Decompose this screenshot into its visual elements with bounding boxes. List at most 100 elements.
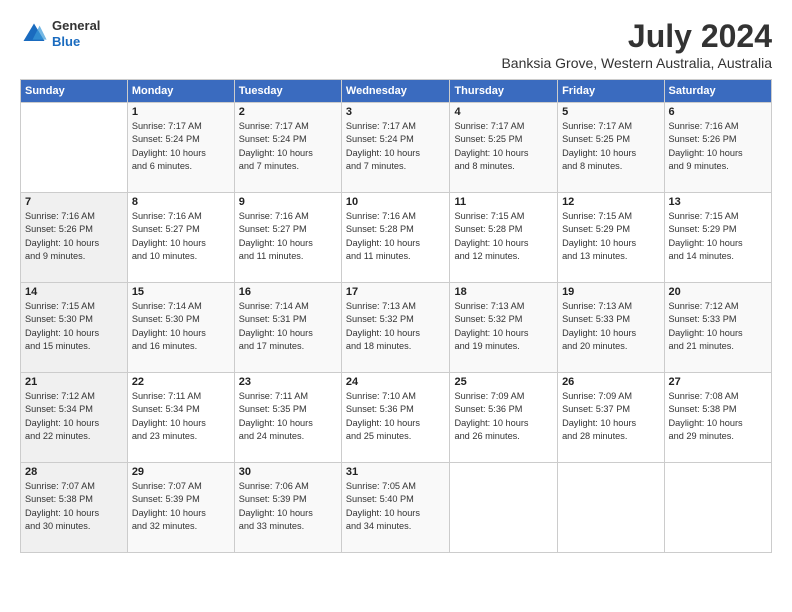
cell-date: 15 (132, 286, 230, 298)
calendar-cell: 27 Sunrise: 7:08 AMSunset: 5:38 PMDayligh… (664, 373, 771, 463)
cell-date: 31 (346, 466, 446, 478)
calendar-header-wednesday: Wednesday (341, 80, 450, 103)
calendar-week-row: 14 Sunrise: 7:15 AMSunset: 5:30 PMDayligh… (21, 283, 772, 373)
calendar-cell: 7Sunrise: 7:16 AMSunset: 5:26 PMDaylight… (21, 193, 128, 283)
calendar-cell: 25 Sunrise: 7:09 AMSunset: 5:36 PMDayligh… (450, 373, 558, 463)
calendar-header-row: SundayMondayTuesdayWednesdayThursdayFrid… (21, 80, 772, 103)
logo-icon (20, 20, 48, 48)
cell-date: 12 (562, 196, 659, 208)
cell-info: Sunrise: 7:15 AMSunset: 5:29 PMDaylight:… (562, 210, 659, 263)
cell-date: 22 (132, 376, 230, 388)
cell-date: 25 (454, 376, 553, 388)
calendar-cell: 14 Sunrise: 7:15 AMSunset: 5:30 PMDayligh… (21, 283, 128, 373)
cell-date: 27 (669, 376, 767, 388)
cell-info: Sunrise: 7:08 AMSunset: 5:38 PMDaylight:… (669, 390, 767, 443)
cell-info: Sunrise: 7:17 AMSunset: 5:24 PMDaylight:… (346, 120, 446, 173)
logo-blue-label: Blue (52, 34, 100, 50)
cell-date: 28 (25, 466, 123, 478)
cell-date: 9 (239, 196, 337, 208)
cell-date: 30 (239, 466, 337, 478)
page: General Blue July 2024 Banksia Grove, We… (0, 0, 792, 612)
cell-date: 8 (132, 196, 230, 208)
cell-date: 21 (25, 376, 123, 388)
cell-date: 24 (346, 376, 446, 388)
cell-date: 16 (239, 286, 337, 298)
calendar-cell: 20Sunrise: 7:12 AMSunset: 5:33 PMDayligh… (664, 283, 771, 373)
calendar-cell: 24 Sunrise: 7:10 AMSunset: 5:36 PMDayligh… (341, 373, 450, 463)
calendar-header-saturday: Saturday (664, 80, 771, 103)
calendar-cell: 5 Sunrise: 7:17 AMSunset: 5:25 PMDaylight… (558, 103, 664, 193)
cell-date: 14 (25, 286, 123, 298)
cell-date: 11 (454, 196, 553, 208)
calendar-cell: 11Sunrise: 7:15 AMSunset: 5:28 PMDayligh… (450, 193, 558, 283)
calendar-cell: 22 Sunrise: 7:11 AMSunset: 5:34 PMDayligh… (127, 373, 234, 463)
logo-text: General Blue (52, 18, 100, 49)
calendar-cell (21, 103, 128, 193)
cell-info: Sunrise: 7:15 AMSunset: 5:29 PMDaylight:… (669, 210, 767, 263)
cell-info: Sunrise: 7:17 AMSunset: 5:24 PMDaylight:… (239, 120, 337, 173)
cell-info: Sunrise: 7:05 AMSunset: 5:40 PMDaylight:… (346, 480, 446, 533)
cell-date: 20 (669, 286, 767, 298)
calendar-header-thursday: Thursday (450, 80, 558, 103)
cell-info: Sunrise: 7:10 AMSunset: 5:36 PMDaylight:… (346, 390, 446, 443)
calendar-cell: 26 Sunrise: 7:09 AMSunset: 5:37 PMDayligh… (558, 373, 664, 463)
cell-date: 18 (454, 286, 553, 298)
calendar-week-row: 28 Sunrise: 7:07 AMSunset: 5:38 PMDayligh… (21, 463, 772, 553)
cell-info: Sunrise: 7:14 AMSunset: 5:31 PMDaylight:… (239, 300, 337, 353)
cell-info: Sunrise: 7:09 AMSunset: 5:36 PMDaylight:… (454, 390, 553, 443)
calendar-cell (664, 463, 771, 553)
header: General Blue July 2024 Banksia Grove, We… (20, 18, 772, 71)
cell-info: Sunrise: 7:07 AMSunset: 5:38 PMDaylight:… (25, 480, 123, 533)
cell-info: Sunrise: 7:13 AMSunset: 5:32 PMDaylight:… (454, 300, 553, 353)
calendar-cell (558, 463, 664, 553)
cell-info: Sunrise: 7:11 AMSunset: 5:35 PMDaylight:… (239, 390, 337, 443)
calendar-cell: 30 Sunrise: 7:06 AMSunset: 5:39 PMDayligh… (234, 463, 341, 553)
sub-title: Banksia Grove, Western Australia, Austra… (501, 55, 772, 71)
calendar-cell: 6Sunrise: 7:16 AMSunset: 5:26 PMDaylight… (664, 103, 771, 193)
calendar-cell: 19 Sunrise: 7:13 AMSunset: 5:33 PMDayligh… (558, 283, 664, 373)
calendar-cell: 29 Sunrise: 7:07 AMSunset: 5:39 PMDayligh… (127, 463, 234, 553)
cell-date: 3 (346, 106, 446, 118)
cell-info: Sunrise: 7:07 AMSunset: 5:39 PMDaylight:… (132, 480, 230, 533)
calendar-cell: 15Sunrise: 7:14 AMSunset: 5:30 PMDayligh… (127, 283, 234, 373)
cell-info: Sunrise: 7:15 AMSunset: 5:30 PMDaylight:… (25, 300, 123, 353)
cell-info: Sunrise: 7:13 AMSunset: 5:32 PMDaylight:… (346, 300, 446, 353)
calendar-header-monday: Monday (127, 80, 234, 103)
cell-info: Sunrise: 7:16 AMSunset: 5:28 PMDaylight:… (346, 210, 446, 263)
cell-date: 4 (454, 106, 553, 118)
cell-date: 26 (562, 376, 659, 388)
calendar-cell: 28 Sunrise: 7:07 AMSunset: 5:38 PMDayligh… (21, 463, 128, 553)
cell-date: 5 (562, 106, 659, 118)
calendar-header-tuesday: Tuesday (234, 80, 341, 103)
calendar-cell: 4Sunrise: 7:17 AMSunset: 5:25 PMDaylight… (450, 103, 558, 193)
calendar-cell: 13 Sunrise: 7:15 AMSunset: 5:29 PMDayligh… (664, 193, 771, 283)
cell-info: Sunrise: 7:11 AMSunset: 5:34 PMDaylight:… (132, 390, 230, 443)
cell-info: Sunrise: 7:13 AMSunset: 5:33 PMDaylight:… (562, 300, 659, 353)
cell-info: Sunrise: 7:06 AMSunset: 5:39 PMDaylight:… (239, 480, 337, 533)
calendar-cell: 16 Sunrise: 7:14 AMSunset: 5:31 PMDayligh… (234, 283, 341, 373)
cell-date: 10 (346, 196, 446, 208)
calendar-cell: 31 Sunrise: 7:05 AMSunset: 5:40 PMDayligh… (341, 463, 450, 553)
cell-date: 2 (239, 106, 337, 118)
logo-general-label: General (52, 18, 100, 34)
cell-date: 6 (669, 106, 767, 118)
cell-info: Sunrise: 7:17 AMSunset: 5:24 PMDaylight:… (132, 120, 230, 173)
calendar-cell: 8Sunrise: 7:16 AMSunset: 5:27 PMDaylight… (127, 193, 234, 283)
cell-info: Sunrise: 7:12 AMSunset: 5:34 PMDaylight:… (25, 390, 123, 443)
calendar-cell: 10 Sunrise: 7:16 AMSunset: 5:28 PMDayligh… (341, 193, 450, 283)
cell-date: 29 (132, 466, 230, 478)
cell-date: 23 (239, 376, 337, 388)
cell-info: Sunrise: 7:16 AMSunset: 5:26 PMDaylight:… (25, 210, 123, 263)
cell-date: 13 (669, 196, 767, 208)
cell-info: Sunrise: 7:17 AMSunset: 5:25 PMDaylight:… (562, 120, 659, 173)
cell-date: 19 (562, 286, 659, 298)
calendar-header-sunday: Sunday (21, 80, 128, 103)
cell-info: Sunrise: 7:09 AMSunset: 5:37 PMDaylight:… (562, 390, 659, 443)
calendar-cell (450, 463, 558, 553)
calendar-cell: 12 Sunrise: 7:15 AMSunset: 5:29 PMDayligh… (558, 193, 664, 283)
calendar-cell: 18 Sunrise: 7:13 AMSunset: 5:32 PMDayligh… (450, 283, 558, 373)
calendar-cell: 1Sunrise: 7:17 AMSunset: 5:24 PMDaylight… (127, 103, 234, 193)
calendar: SundayMondayTuesdayWednesdayThursdayFrid… (20, 79, 772, 553)
logo: General Blue (20, 18, 100, 49)
main-title: July 2024 (501, 18, 772, 55)
